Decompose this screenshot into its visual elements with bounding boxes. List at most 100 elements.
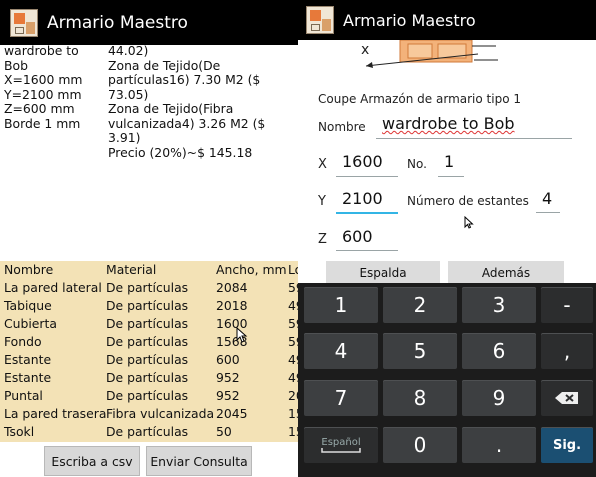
header-cell: Ancho, mm	[216, 262, 287, 277]
x-input[interactable]: 1600	[342, 152, 383, 171]
shelves-input-underline	[536, 212, 560, 213]
table-row[interactable]: Tabique De partículas 2018 49	[0, 297, 298, 315]
y-input[interactable]: 2100	[342, 189, 383, 208]
cell-name: Fondo	[4, 334, 42, 349]
summary-line: partículas16) 7.30 M2 ($	[108, 72, 261, 87]
summary-line: Y=2100 mm	[4, 86, 82, 102]
app-logo-icon[interactable]	[10, 8, 38, 37]
no-input[interactable]: 1	[444, 152, 454, 171]
app-logo-icon[interactable]	[306, 6, 334, 34]
key-6[interactable]: 6	[462, 333, 536, 369]
cell-material: De partículas	[106, 424, 189, 439]
cell-length: 59	[288, 316, 298, 331]
key-2[interactable]: 2	[383, 287, 457, 323]
parts-table: Nombre Material Ancho, mm Lo La pared la…	[0, 261, 298, 442]
results-pane: Armario Maestro wardrobe to Bob X=1600 m…	[0, 0, 298, 477]
shelves-input[interactable]: 4	[542, 189, 552, 208]
cell-name: Cubierta	[4, 316, 57, 331]
name-label: Nombre	[318, 120, 366, 134]
table-row[interactable]: Tsokl De partículas 50 15	[0, 423, 298, 441]
key-4[interactable]: 4	[304, 333, 378, 369]
summary-line: Zona de Tejido(De	[108, 57, 221, 73]
no-label: No.	[407, 157, 427, 171]
cell-width: 952	[216, 370, 240, 385]
table-row[interactable]: Estante De partículas 952 49	[0, 369, 298, 387]
screen: Armario Maestro wardrobe to Bob X=1600 m…	[0, 0, 596, 477]
name-input-underline	[376, 138, 572, 139]
cell-length: 49	[288, 370, 298, 385]
diagram-axis-label: x	[361, 42, 370, 58]
z-input[interactable]: 600	[342, 227, 373, 246]
cell-name: Estante	[4, 370, 52, 385]
key-3[interactable]: 3	[462, 287, 536, 323]
next-key[interactable]: Sig.	[541, 427, 593, 463]
cell-width: 50	[216, 424, 232, 439]
cell-length: 20	[288, 388, 298, 403]
cell-material: De partículas	[106, 388, 189, 403]
key-period[interactable]: .	[462, 427, 536, 463]
cell-name: Puntal	[4, 388, 43, 403]
more-button[interactable]: Además	[448, 261, 564, 285]
cell-width: 600	[216, 352, 240, 367]
summary-line: Z=600 mm	[4, 101, 75, 116]
language-label: Español	[321, 437, 361, 448]
key-backspace[interactable]	[541, 380, 593, 416]
cell-material: De partículas	[106, 298, 189, 313]
table-row[interactable]: Fondo De partículas 1568 59	[0, 333, 298, 351]
action-bar: Armario Maestro	[298, 0, 596, 40]
cell-width: 2045	[216, 406, 248, 421]
cell-length: 15	[288, 424, 298, 439]
key-1[interactable]: 1	[304, 287, 378, 323]
y-label: Y	[318, 194, 326, 209]
summary-line: Borde 1 mm	[4, 115, 81, 131]
cell-length: 59	[288, 280, 298, 295]
cell-length: 49	[288, 352, 298, 367]
wardrobe-diagram	[365, 40, 498, 68]
summary-line: 73.05)	[108, 86, 149, 102]
app-title: Armario Maestro	[47, 12, 188, 33]
header-cell: Nombre	[4, 262, 54, 277]
key-5[interactable]: 5	[383, 333, 457, 369]
x-label: X	[318, 157, 327, 172]
cell-width: 2018	[216, 298, 248, 313]
key-minus[interactable]: -	[541, 287, 593, 323]
space-bar-icon	[321, 448, 361, 453]
summary-line: vulcanizada4) 3.26 M2 ($ 3.91)	[108, 115, 266, 145]
write-csv-button[interactable]: Escriba a csv	[44, 446, 140, 476]
back-panel-button[interactable]: Espalda	[326, 261, 440, 285]
price-line: Precio (20%)~$ 145.18	[108, 144, 253, 160]
shelves-label: Número de estantes	[407, 194, 529, 208]
cell-length: 15	[288, 406, 298, 421]
summary-line: wardrobe to	[4, 43, 79, 58]
table-row[interactable]: La pared lateral De partículas 2084 59	[0, 279, 298, 297]
table-row[interactable]: Cubierta De partículas 1600 59	[0, 315, 298, 333]
summary-line: X=1600 mm	[4, 72, 83, 87]
table-header: Nombre Material Ancho, mm Lo	[0, 261, 298, 279]
key-comma[interactable]: ,	[541, 333, 593, 369]
key-7[interactable]: 7	[304, 380, 378, 416]
language-key[interactable]: Español	[304, 427, 378, 463]
cell-length: 59	[288, 334, 298, 349]
x-input-underline	[336, 176, 398, 177]
cell-name: La pared lateral	[4, 280, 102, 295]
cell-name: La pared trasera	[4, 406, 107, 421]
key-8[interactable]: 8	[383, 380, 457, 416]
backspace-icon	[555, 392, 578, 404]
key-0[interactable]: 0	[383, 427, 457, 463]
send-query-button[interactable]: Enviar Consulta	[146, 446, 252, 476]
summary-line: 44.02)	[108, 43, 149, 58]
cell-width: 2084	[216, 280, 248, 295]
table-row[interactable]: Puntal De partículas 952 20	[0, 387, 298, 405]
name-input[interactable]: wardrobe to Bob	[382, 114, 515, 133]
app-title: Armario Maestro	[343, 10, 476, 30]
cell-name: Tsokl	[4, 424, 35, 439]
cell-material: De partículas	[106, 370, 189, 385]
cell-material: De partículas	[106, 280, 189, 295]
cell-length: 49	[288, 298, 298, 313]
key-9[interactable]: 9	[462, 380, 536, 416]
table-row[interactable]: Estante De partículas 600 49	[0, 351, 298, 369]
action-bar: Armario Maestro	[0, 0, 298, 45]
cell-material: De partículas	[106, 334, 189, 349]
table-row[interactable]: La pared trasera Fibra vulcanizada 2045 …	[0, 405, 298, 423]
summary-line: Zona de Tejido(Fibra	[108, 101, 234, 116]
